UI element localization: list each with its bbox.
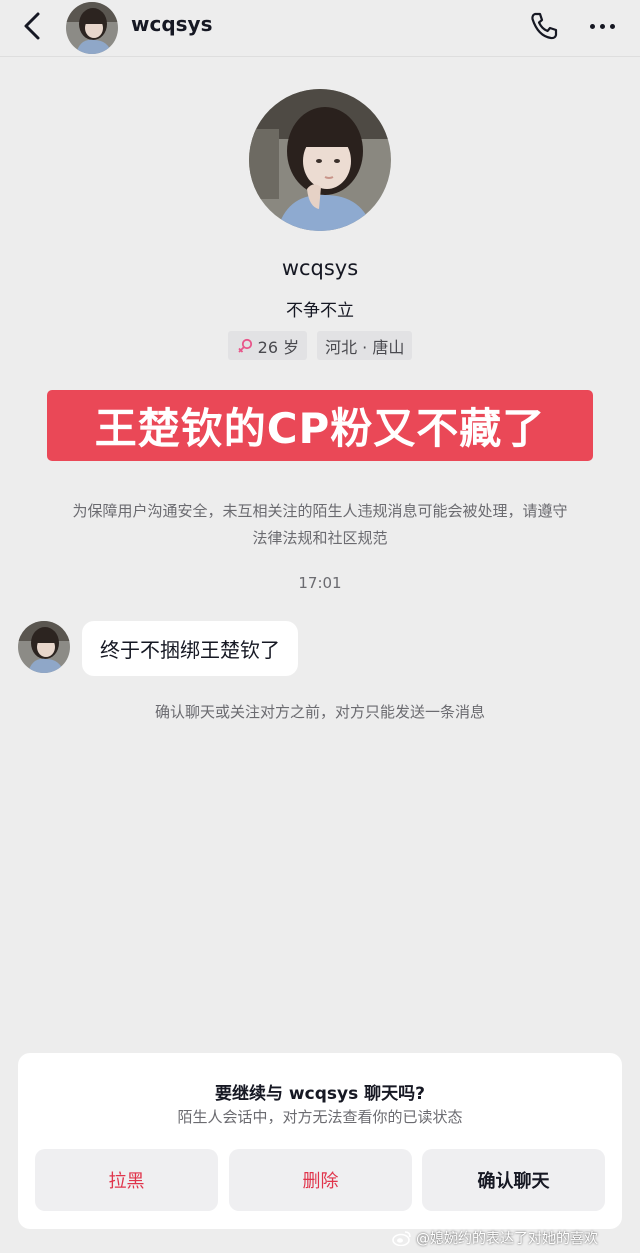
sheet-title: 要继续与 wcqsys 聊天吗?: [215, 1084, 425, 1104]
profile-avatar[interactable]: [249, 89, 391, 231]
sheet-subtitle: 陌生人会话中，对方无法查看你的已读状态: [177, 1108, 463, 1126]
watermark-text: @媳婉约的表达了对她的喜欢: [416, 1231, 598, 1247]
message-limit-notice: 确认聊天或关注对方之前，对方只能发送一条消息: [154, 703, 485, 721]
block-button[interactable]: 拉黑: [35, 1149, 218, 1211]
more-options-button[interactable]: [585, 12, 619, 40]
header-username[interactable]: wcqsys: [131, 12, 213, 36]
header-divider: [0, 56, 640, 57]
more-dot: [599, 23, 605, 29]
profile-name: wcqsys: [281, 256, 359, 280]
sender-avatar[interactable]: [18, 621, 70, 673]
top-nav-bar: wcqsys: [0, 0, 640, 54]
chevron-left-icon: [24, 12, 40, 40]
female-icon: [238, 338, 252, 353]
location-tag: 河北 · 唐山: [317, 331, 413, 360]
more-dots-icon: [589, 23, 595, 29]
phone-call-button[interactable]: [528, 10, 560, 42]
message-timestamp: 17:01: [298, 574, 342, 592]
back-button[interactable]: [18, 10, 46, 42]
profile-tags: 26 岁 河北 · 唐山: [0, 331, 640, 360]
caption-banner: 王楚钦的CP粉又不藏了: [47, 390, 593, 461]
confirm-chat-button[interactable]: 确认聊天: [422, 1149, 605, 1211]
location-tag-label: 河北 · 唐山: [325, 337, 405, 357]
age-tag: 26 岁: [227, 331, 308, 360]
delete-button[interactable]: 删除: [229, 1149, 412, 1211]
safety-notice: 为保障用户沟通安全，未互相关注的陌生人违规消息可能会被处理，请遵守法律法规和社区…: [72, 502, 568, 547]
message-text: 终于不捆绑王楚钦了: [100, 638, 280, 662]
phone-icon: [531, 12, 558, 40]
profile-bio: 不争不立: [286, 301, 354, 321]
stranger-chat-sheet: 要继续与 wcqsys 聊天吗? 陌生人会话中，对方无法查看你的已读状态 拉黑 …: [18, 1053, 622, 1229]
watermark: @媳婉约的表达了对她的喜欢: [392, 1226, 637, 1250]
header-avatar[interactable]: [66, 2, 118, 54]
message-bubble[interactable]: 终于不捆绑王楚钦了: [82, 621, 298, 676]
more-dot: [609, 23, 615, 29]
caption-banner-text: 王楚钦的CP粉又不藏了: [94, 404, 546, 453]
weibo-icon: [392, 1231, 411, 1246]
age-tag-label: 26 岁: [257, 337, 300, 357]
